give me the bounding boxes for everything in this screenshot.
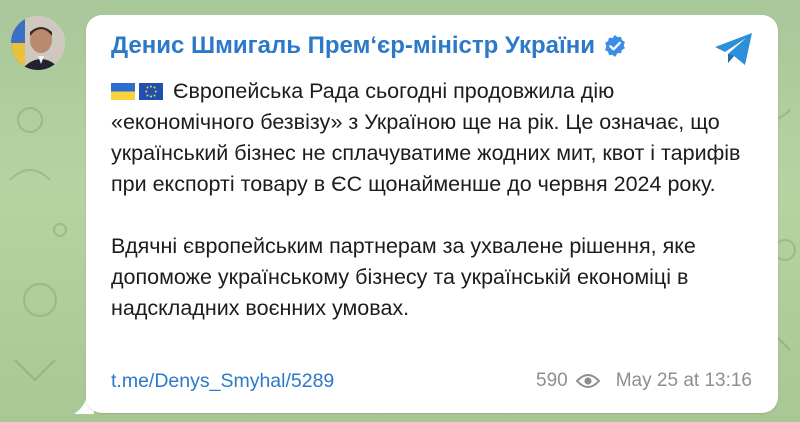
channel-avatar[interactable] [11,16,65,70]
ukraine-flag-icon [111,83,135,100]
post-link[interactable]: t.me/Denys_Smyhal/5289 [111,370,334,393]
channel-name[interactable]: Денис Шмигаль Прем‘єр-міністр України [111,32,595,60]
paragraph-1-wrapper: Європейська Рада сьогодні продовжила дію… [111,76,761,200]
channel-name-row: Денис Шмигаль Прем‘єр-міністр України [111,30,627,62]
post-timestamp: May 25 at 13:16 [615,370,752,391]
eu-flag-icon [139,83,163,100]
message-paragraph-1: Європейська Рада сьогодні продовжила дію… [111,79,741,196]
message-meta: 590 May 25 at 13:16 [536,370,752,392]
message-paragraph-2: Вдячні європейським партнерам за ухвален… [111,234,696,320]
view-count: 590 [536,370,568,391]
verified-badge-icon [605,35,625,57]
message-text: Європейська Рада сьогодні продовжила дію… [111,76,761,324]
share-arrow-icon[interactable] [712,30,756,68]
eye-icon [575,374,600,388]
